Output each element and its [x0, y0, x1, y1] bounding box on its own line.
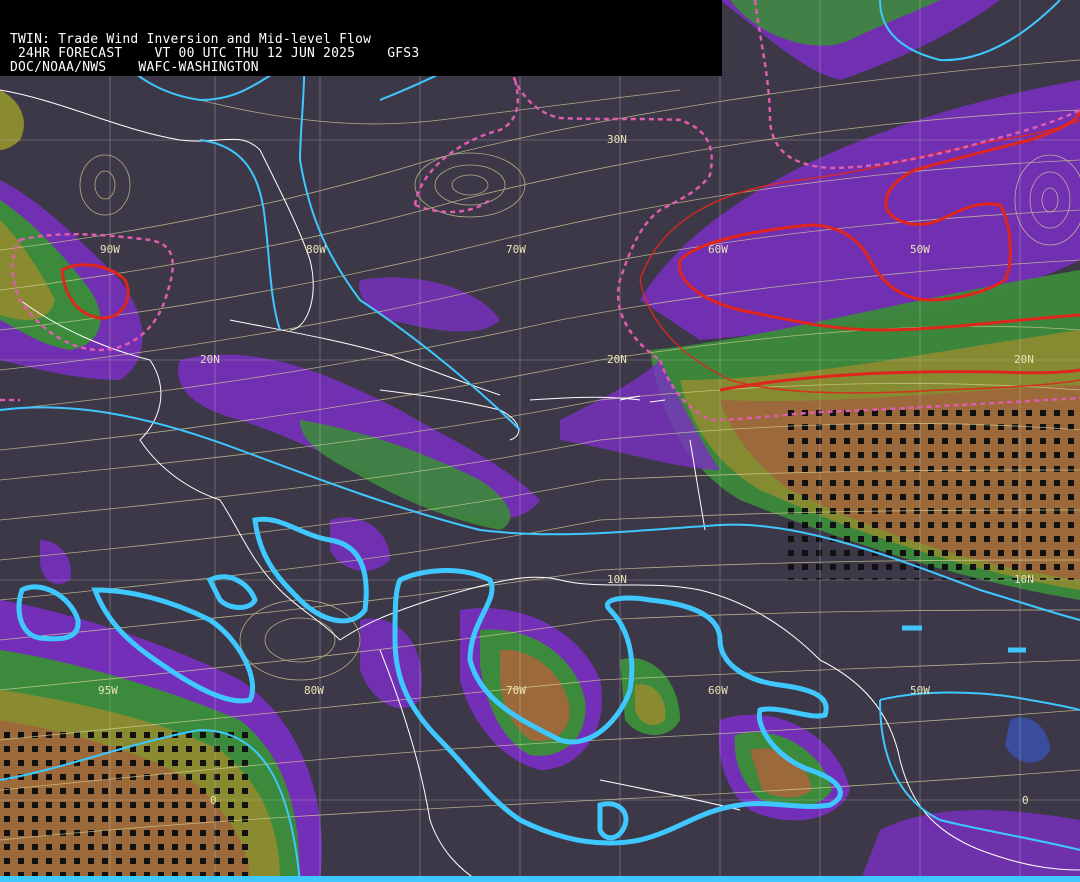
label-zero-b: 0 — [1022, 794, 1029, 807]
title-line: TWIN: Trade Wind Inversion and Mid-level… — [10, 32, 372, 47]
label-90w: 90W — [100, 243, 120, 256]
title-header: TWIN: Trade Wind Inversion and Mid-level… — [0, 0, 722, 76]
label-60w-south: 60W — [708, 684, 728, 697]
label-80w-south: 80W — [304, 684, 324, 697]
label-50w: 50W — [910, 243, 930, 256]
bottom-border — [0, 876, 1080, 882]
label-70w: 70W — [506, 243, 526, 256]
forecast-line: 24HR FORECAST VT 00 UTC THU 12 JUN 2025 … — [10, 46, 420, 61]
weather-map: 30N 20N 20N 20N 10N 10N 90W 80W 70W 60W … — [0, 0, 1080, 882]
label-20n-east: 20N — [1014, 353, 1034, 366]
label-50w-south: 50W — [910, 684, 930, 697]
label-10n-mid: 10N — [607, 573, 627, 586]
label-20n-west: 20N — [200, 353, 220, 366]
agency-line: DOC/NOAA/NWS WAFC-WASHINGTON — [10, 60, 259, 75]
label-zero-a: 0 — [210, 794, 217, 807]
label-30n: 30N — [607, 133, 627, 146]
label-70w-south: 70W — [506, 684, 526, 697]
label-60w: 60W — [708, 243, 728, 256]
label-20n-mid: 20N — [607, 353, 627, 366]
label-10n-east: 10N — [1014, 573, 1034, 586]
stipple-east — [780, 410, 1080, 580]
label-80w: 80W — [306, 243, 326, 256]
label-95w-south: 95W — [98, 684, 118, 697]
